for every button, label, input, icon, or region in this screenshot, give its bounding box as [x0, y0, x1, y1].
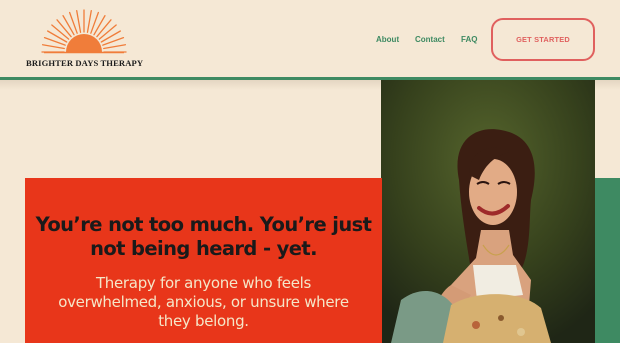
- brand-name: BRIGHTER DAYS THERAPY: [26, 58, 144, 68]
- sunrise-icon: [41, 9, 127, 54]
- accent-block: [595, 178, 620, 343]
- nav-faq-link[interactable]: FAQ: [461, 35, 477, 44]
- nav-contact-link[interactable]: Contact: [415, 35, 445, 44]
- hero-photo: [381, 80, 595, 343]
- hero-panel: You’re not too much. You’re just not bei…: [25, 178, 382, 343]
- get-started-button[interactable]: GET STARTED: [491, 18, 595, 61]
- brand-logo[interactable]: BRIGHTER DAYS THERAPY: [26, 8, 144, 70]
- hero-subheadline: Therapy for anyone who feels overwhelmed…: [58, 274, 349, 330]
- hero-headline: You’re not too much. You’re just not bei…: [35, 213, 372, 260]
- smiling-woman-image: [381, 80, 595, 343]
- site-header: BRIGHTER DAYS THERAPY About Contact FAQ …: [0, 0, 620, 78]
- nav-about-link[interactable]: About: [376, 35, 399, 44]
